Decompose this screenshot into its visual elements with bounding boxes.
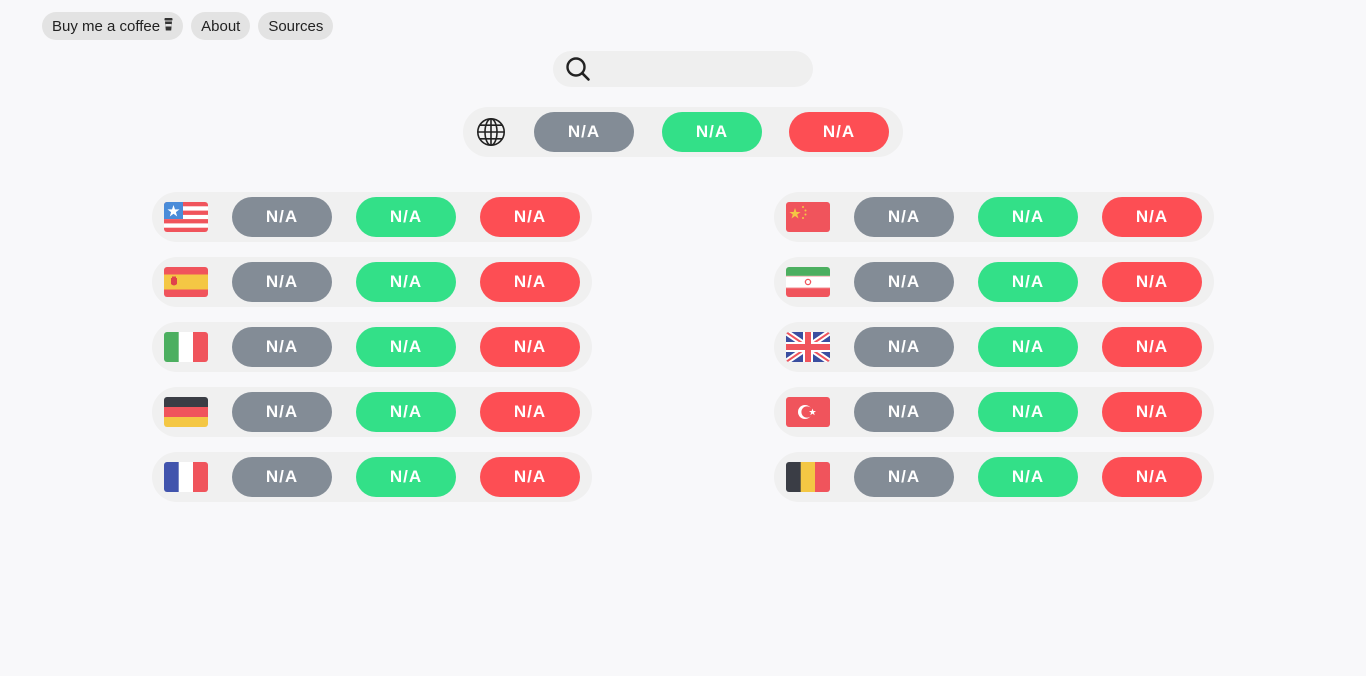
stat-grey: N/A — [232, 197, 332, 237]
uk-flag-icon — [786, 332, 830, 362]
sources-button[interactable]: Sources — [258, 12, 334, 40]
china-flag-icon — [786, 202, 830, 232]
search-input[interactable] — [597, 50, 813, 88]
country-row-belgium: N/A N/A N/A — [774, 452, 1214, 502]
country-row-china: N/A N/A N/A — [774, 192, 1214, 242]
stat-red: N/A — [1102, 197, 1202, 237]
stat-green: N/A — [356, 457, 456, 497]
stat-red: N/A — [480, 457, 580, 497]
country-row-iran: N/A N/A N/A — [774, 257, 1214, 307]
country-row-italy: N/A N/A N/A — [152, 322, 592, 372]
search-icon[interactable] — [565, 56, 591, 82]
stat-red: N/A — [480, 392, 580, 432]
stat-red: N/A — [1102, 327, 1202, 367]
stat-green: N/A — [978, 392, 1078, 432]
stat-grey: N/A — [232, 392, 332, 432]
spain-flag-icon — [164, 267, 208, 297]
stat-grey: N/A — [854, 392, 954, 432]
stat-green: N/A — [356, 392, 456, 432]
country-row-turkey: N/A N/A N/A — [774, 387, 1214, 437]
about-button[interactable]: About — [191, 12, 251, 40]
global-stats-row: N/A N/A N/A — [463, 107, 903, 157]
stat-grey: N/A — [854, 327, 954, 367]
stat-red: N/A — [1102, 392, 1202, 432]
search-bar — [553, 50, 813, 88]
stat-grey: N/A — [854, 197, 954, 237]
country-row-uk: N/A N/A N/A — [774, 322, 1214, 372]
sources-button-label: Sources — [268, 17, 324, 35]
about-button-label: About — [201, 17, 241, 35]
stat-green: N/A — [978, 327, 1078, 367]
stat-red: N/A — [480, 197, 580, 237]
stat-red: N/A — [480, 327, 580, 367]
turkey-flag-icon — [786, 397, 830, 427]
stat-red: N/A — [1102, 262, 1202, 302]
country-row-usa: N/A N/A N/A — [152, 192, 592, 242]
stat-green: N/A — [356, 327, 456, 367]
top-nav: Buy me a coffee About Sources — [42, 12, 334, 40]
usa-flag-icon — [164, 202, 208, 232]
coffee-cup-icon — [164, 17, 173, 30]
coffee-button-label: Buy me a coffee — [52, 17, 161, 35]
country-row-france: N/A N/A N/A — [152, 452, 592, 502]
stat-grey: N/A — [232, 327, 332, 367]
italy-flag-icon — [164, 332, 208, 362]
stat-red: N/A — [1102, 457, 1202, 497]
iran-flag-icon — [786, 267, 830, 297]
stat-green: N/A — [978, 262, 1078, 302]
global-stat-grey: N/A — [534, 112, 634, 152]
global-stat-red: N/A — [789, 112, 889, 152]
country-row-germany: N/A N/A N/A — [152, 387, 592, 437]
stat-red: N/A — [480, 262, 580, 302]
globe-icon — [477, 118, 505, 146]
stat-green: N/A — [356, 197, 456, 237]
stat-grey: N/A — [232, 457, 332, 497]
global-stat-green: N/A — [662, 112, 762, 152]
country-row-spain: N/A N/A N/A — [152, 257, 592, 307]
buy-me-a-coffee-button[interactable]: Buy me a coffee — [42, 12, 184, 40]
stat-green: N/A — [356, 262, 456, 302]
stat-grey: N/A — [232, 262, 332, 302]
stat-grey: N/A — [854, 262, 954, 302]
belgium-flag-icon — [786, 462, 830, 492]
germany-flag-icon — [164, 397, 208, 427]
france-flag-icon — [164, 462, 208, 492]
stat-grey: N/A — [854, 457, 954, 497]
stat-green: N/A — [978, 197, 1078, 237]
stat-green: N/A — [978, 457, 1078, 497]
